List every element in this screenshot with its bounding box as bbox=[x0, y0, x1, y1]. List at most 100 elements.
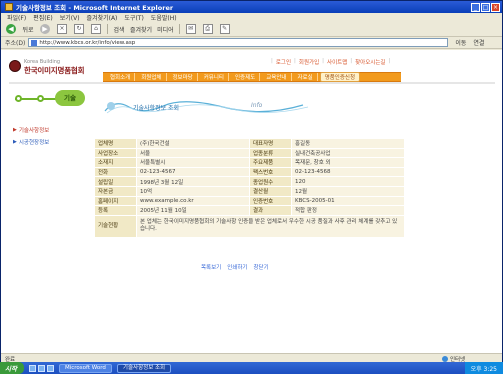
site-logo[interactable]: 한국이미지명품협회 bbox=[24, 65, 85, 76]
field-value: (주)한국건설 bbox=[136, 138, 250, 149]
field-value: 서울특별시 bbox=[136, 157, 250, 168]
table-row: 소재지 서울특별시 주요제품 목재문, 창호 외 bbox=[94, 157, 405, 168]
toolbar: ◀ 뒤로 ▶ × ↻ ⌂ 검색 즐겨찾기 미디어 ✉ ⎙ ✎ bbox=[1, 22, 502, 37]
menu-tools[interactable]: 도구(T) bbox=[124, 13, 143, 22]
mail-button[interactable]: ✉ bbox=[185, 23, 197, 35]
back-button[interactable]: ◀ bbox=[5, 23, 17, 35]
field-value: 서울 bbox=[136, 147, 250, 159]
table-row: 자본금 10억 결산월 12월 bbox=[94, 185, 405, 197]
print-link[interactable]: 인쇄하기 bbox=[227, 263, 247, 271]
stop-icon: × bbox=[57, 24, 67, 34]
divider: | bbox=[271, 58, 273, 64]
field-value: 120 bbox=[291, 176, 405, 187]
section-dot-icon bbox=[15, 95, 22, 102]
directions-link[interactable]: 찾아오시는길 bbox=[355, 58, 385, 66]
address-input[interactable]: http://www.kbcs.or.kr/info/view.asp bbox=[28, 38, 449, 47]
nav-archive[interactable]: 자료실 bbox=[294, 73, 318, 81]
field-value: 02-123-4567 bbox=[136, 166, 250, 178]
refresh-button[interactable]: ↻ bbox=[73, 23, 85, 35]
edit-button[interactable]: ✎ bbox=[219, 23, 231, 35]
section-badge: 기술 bbox=[55, 90, 85, 106]
close-link[interactable]: 창닫기 bbox=[254, 263, 269, 271]
taskbar-item-word[interactable]: Microsoft Word bbox=[58, 363, 112, 373]
field-label: 업종분류 bbox=[249, 147, 292, 159]
header-divider bbox=[9, 82, 495, 84]
globe-icon bbox=[442, 355, 448, 362]
field-label: 자본금 bbox=[94, 185, 137, 197]
ie-quicklaunch-icon[interactable] bbox=[37, 364, 45, 372]
main-nav: 협회소개 회원업체 정보마당 커뮤니티 인증제도 교육안내 자료실 명품인증신청 bbox=[103, 72, 401, 82]
back-label[interactable]: 뒤로 bbox=[22, 23, 34, 35]
field-value: 10억 bbox=[136, 185, 250, 197]
address-bar: 주소(D) http://www.kbcs.or.kr/info/view.as… bbox=[1, 37, 502, 49]
address-label: 주소(D) bbox=[5, 40, 26, 47]
side-nav-item-tech[interactable]: ▶ 기술사항정보 bbox=[13, 126, 93, 134]
forward-button[interactable]: ▶ bbox=[39, 23, 51, 35]
login-link[interactable]: 로그인 bbox=[276, 58, 291, 66]
nav-members[interactable]: 회원업체 bbox=[137, 73, 167, 81]
menu-help[interactable]: 도움말(H) bbox=[151, 13, 177, 22]
field-label: 등록 bbox=[94, 205, 137, 216]
start-button[interactable]: 시작 bbox=[0, 362, 24, 374]
field-value: 목재문, 창호 외 bbox=[291, 157, 405, 168]
close-button[interactable]: × bbox=[491, 2, 500, 12]
nav-apply[interactable]: 명품인증신청 bbox=[319, 72, 361, 82]
menu-favorites[interactable]: 즐겨찾기(A) bbox=[87, 13, 118, 22]
field-label: 결과 bbox=[249, 205, 292, 216]
side-nav-item-site[interactable]: ▶ 시공현장정보 bbox=[13, 138, 93, 146]
bullet-arrow-icon: ▶ bbox=[13, 127, 17, 133]
links-button[interactable]: 연결 bbox=[473, 38, 484, 47]
field-label: 인증번호 bbox=[249, 195, 292, 207]
maximize-button[interactable]: □ bbox=[481, 2, 490, 12]
banner-side-text: Info bbox=[251, 102, 263, 109]
forward-arrow-icon: ▶ bbox=[40, 24, 50, 34]
table-row: 업체명 (주)한국건설 대표자명 홍길동 bbox=[94, 138, 405, 149]
home-button[interactable]: ⌂ bbox=[90, 23, 102, 35]
title-bar[interactable]: 기술사항정보 조회 - Microsoft Internet Explorer … bbox=[1, 1, 502, 13]
go-button[interactable]: 이동 bbox=[455, 38, 466, 47]
stop-button[interactable]: × bbox=[56, 23, 68, 35]
field-label: 홈페이지 bbox=[94, 195, 137, 207]
nav-info[interactable]: 정보마당 bbox=[169, 73, 198, 81]
home-icon: ⌂ bbox=[91, 24, 101, 34]
page-title: 기술사항정보 조회 bbox=[133, 105, 180, 112]
join-link[interactable]: 회원가입 bbox=[299, 58, 319, 66]
table-row: 사업장소 서울 업종분류 실내건축공사업 bbox=[94, 147, 405, 159]
outlook-icon[interactable] bbox=[46, 364, 54, 372]
page-icon bbox=[31, 40, 38, 46]
minimize-button[interactable]: _ bbox=[471, 2, 480, 12]
logo-icon[interactable] bbox=[9, 60, 21, 72]
nav-certification[interactable]: 인증제도 bbox=[231, 73, 261, 81]
field-label: 업체명 bbox=[94, 138, 137, 149]
info-table: 업체명 (주)한국건설 대표자명 홍길동 사업장소 서울 업종분류 실내건축공사… bbox=[94, 138, 405, 238]
media-button[interactable]: 미디어 bbox=[157, 23, 174, 35]
print-button[interactable]: ⎙ bbox=[202, 23, 214, 35]
nav-community[interactable]: 커뮤니티 bbox=[200, 73, 229, 81]
side-nav-label: 기술사항정보 bbox=[18, 128, 50, 134]
menu-edit[interactable]: 편집(E) bbox=[33, 13, 53, 22]
nav-education[interactable]: 교육안내 bbox=[262, 73, 292, 81]
nav-about[interactable]: 협회소개 bbox=[106, 73, 136, 81]
table-row: 전화 02-123-4567 팩스번호 02-123-4568 bbox=[94, 166, 405, 178]
system-clock: 오후 3:25 bbox=[464, 362, 503, 374]
menu-view[interactable]: 보기(V) bbox=[60, 13, 80, 22]
mail-icon: ✉ bbox=[185, 24, 196, 34]
favorites-button[interactable]: 즐겨찾기 bbox=[130, 23, 152, 35]
table-row-note: 기술현황 본 업체는 한국이미지명품협회의 기술사항 인증을 받은 업체로서 우… bbox=[94, 214, 405, 238]
taskbar: 시작 Microsoft Word 기술사항정보 조회 오후 3:25 bbox=[0, 362, 503, 374]
taskbar-item-browser[interactable]: 기술사항정보 조회 bbox=[116, 363, 172, 373]
menu-file[interactable]: 파일(F) bbox=[7, 13, 26, 22]
desktop-icon[interactable] bbox=[28, 364, 36, 372]
search-button[interactable]: 검색 bbox=[113, 23, 125, 35]
side-nav-label: 시공현장정보 bbox=[18, 140, 50, 146]
field-value: www.example.co.kr bbox=[136, 195, 250, 207]
field-value: 실내건축공사업 bbox=[291, 147, 405, 159]
field-label: 사업장소 bbox=[94, 147, 137, 159]
sitemap-link[interactable]: 사이트맵 bbox=[327, 58, 347, 66]
page-banner: 기술사항정보 조회 Info bbox=[103, 97, 313, 117]
list-link[interactable]: 목록보기 bbox=[201, 263, 221, 271]
toolbar-separator bbox=[107, 24, 108, 34]
field-label: 종업원수 bbox=[249, 176, 292, 187]
section-dot-icon bbox=[37, 95, 44, 102]
field-label: 대표자명 bbox=[249, 138, 292, 149]
